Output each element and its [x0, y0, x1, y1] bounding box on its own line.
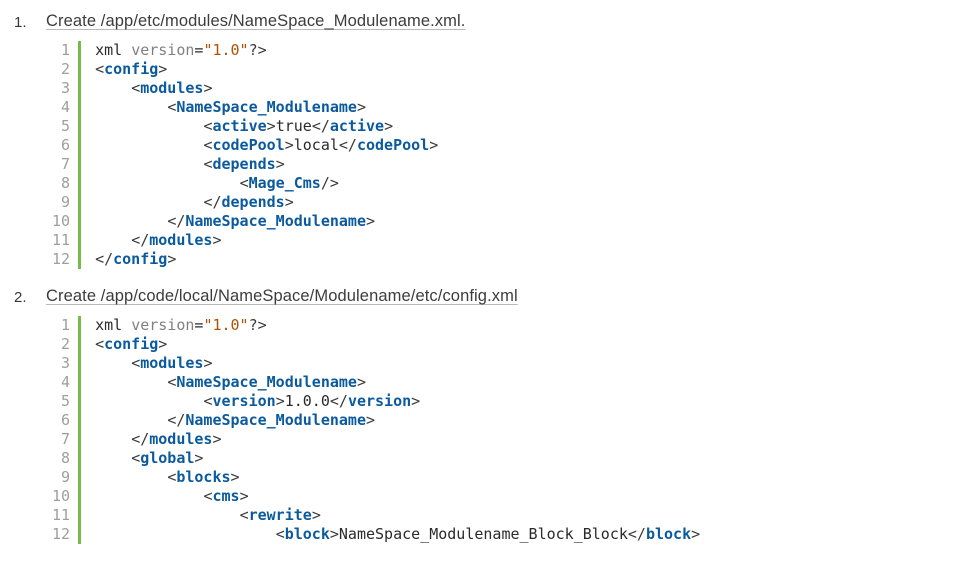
step-title: Create /app/etc/modules/NameSpace_Module…	[46, 12, 980, 31]
step-item: Create /app/code/local/NameSpace/Modulen…	[0, 287, 980, 544]
line-number-gutter: 123456789101112	[52, 316, 78, 544]
code-content[interactable]: xml version="1.0"?> <config> <modules> <…	[78, 316, 700, 544]
line-number-gutter: 123456789101112	[52, 41, 78, 269]
steps-list: Create /app/etc/modules/NameSpace_Module…	[0, 0, 980, 544]
step-item: Create /app/etc/modules/NameSpace_Module…	[0, 12, 980, 269]
code-content[interactable]: xml version="1.0"?> <config> <modules> <…	[78, 41, 438, 269]
step-title: Create /app/code/local/NameSpace/Modulen…	[46, 287, 980, 306]
code-block: 123456789101112xml version="1.0"?> <conf…	[52, 316, 974, 544]
code-block: 123456789101112xml version="1.0"?> <conf…	[52, 41, 974, 269]
